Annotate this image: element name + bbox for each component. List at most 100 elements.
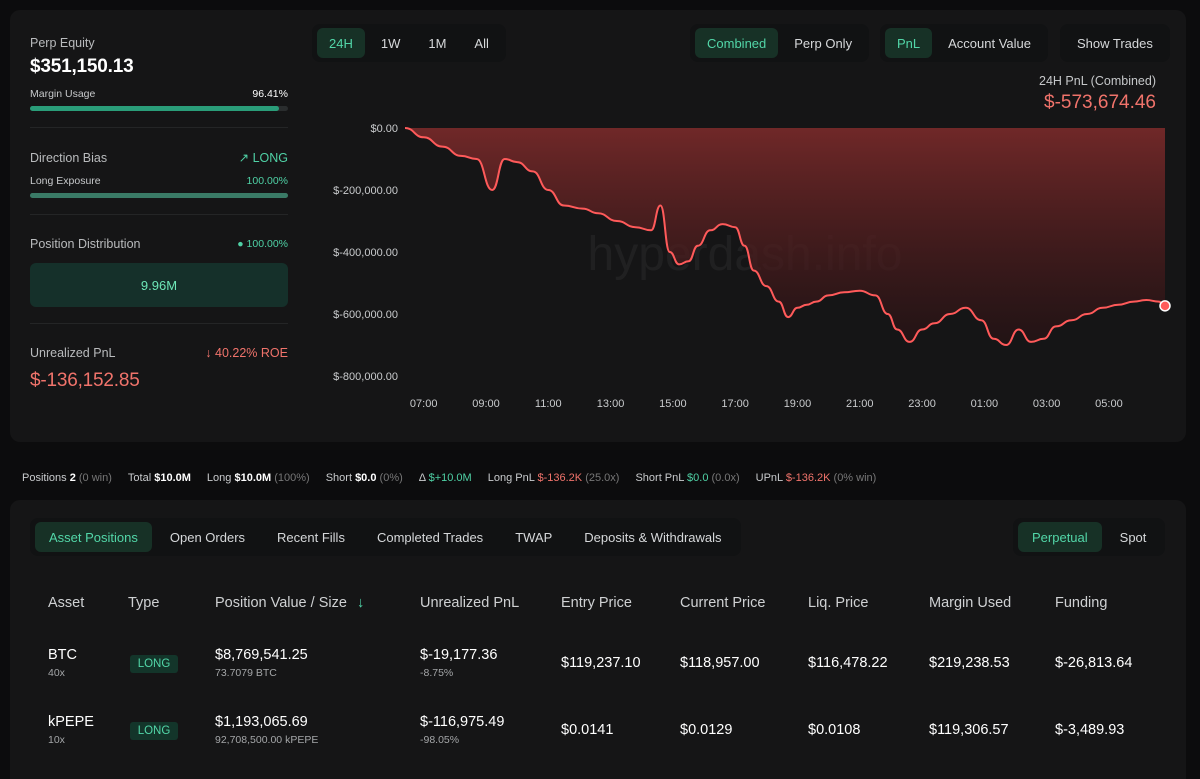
- col-margin-used[interactable]: Margin Used: [929, 595, 1011, 611]
- scope-tab-perp-only[interactable]: Perp Only: [782, 28, 864, 58]
- summary-short-value: $0.0: [355, 472, 377, 484]
- position-value: $8,769,541.25: [215, 647, 308, 663]
- y-tick-label: $-800,000.00: [333, 371, 398, 383]
- range-tab-1w[interactable]: 1W: [369, 28, 413, 58]
- divider: [30, 214, 288, 215]
- y-tick-label: $-200,000.00: [333, 185, 398, 197]
- unrealized-pnl-value: $-136,152.85: [30, 370, 140, 391]
- asset-name[interactable]: kPEPE: [48, 714, 94, 730]
- summary-long-pnl-note: (25.0x): [585, 472, 620, 484]
- x-tick-label: 11:00: [535, 398, 562, 410]
- scope-selector: Combined Perp Only: [690, 24, 870, 62]
- summary-long-note: (100%): [274, 472, 310, 484]
- trend-up-icon: ↗: [238, 151, 250, 165]
- position-distribution-bar[interactable]: 9.96M: [30, 263, 288, 307]
- dot-icon: ●: [237, 238, 244, 250]
- metric-tab-account-value[interactable]: Account Value: [936, 28, 1043, 58]
- unrealized-pnl-roe: 40.22% ROE: [215, 346, 288, 360]
- summary-short-pnl-value: $0.0: [687, 472, 709, 484]
- asset-leverage: 40x: [48, 667, 65, 679]
- summary-long-pnl-label: Long PnL: [487, 472, 535, 484]
- summary-positions-label: Positions: [22, 472, 67, 484]
- x-tick-label: 21:00: [846, 398, 874, 410]
- col-type[interactable]: Type: [128, 595, 159, 611]
- pnl-endpoint: [1159, 300, 1171, 312]
- col-liq-price[interactable]: Liq. Price: [808, 595, 868, 611]
- entry-price: $119,237.10: [561, 655, 641, 671]
- summary-positions-value: 2: [69, 472, 76, 484]
- direction-bias-value: LONG: [252, 151, 288, 165]
- sort-down-icon: ↓: [356, 595, 365, 611]
- positions-summary: Positions 2 (0 win) Total $10.0M Long $1…: [22, 472, 876, 484]
- range-tab-24h[interactable]: 24H: [317, 28, 365, 58]
- liq-price: $0.0108: [808, 722, 861, 738]
- col-unrealized-pnl[interactable]: Unrealized PnL: [420, 595, 519, 611]
- col-asset[interactable]: Asset: [48, 595, 84, 611]
- summary-upnl-value: $-136.2K: [785, 472, 831, 484]
- asset-name[interactable]: BTC: [48, 647, 77, 663]
- margin-usage-value: 96.41%: [252, 88, 288, 100]
- metric-tab-pnl[interactable]: PnL: [885, 28, 933, 58]
- summary-delta-label: Δ: [418, 472, 426, 484]
- show-trades-button[interactable]: Show Trades: [1065, 28, 1165, 58]
- margin-usage-bar: [30, 106, 288, 111]
- col-current-price[interactable]: Current Price: [680, 595, 765, 611]
- tab-open-orders[interactable]: Open Orders: [156, 522, 259, 552]
- entry-price: $0.0141: [561, 722, 614, 738]
- y-tick-label: $-400,000.00: [333, 247, 398, 259]
- unrealized-pnl: $-116,975.49: [420, 714, 505, 730]
- summary-total-label: Total: [127, 472, 152, 484]
- unrealized-pnl-pct: -98.05%: [420, 734, 460, 746]
- col-funding[interactable]: Funding: [1055, 595, 1107, 611]
- positions-tabs: Asset Positions Open Orders Recent Fills…: [30, 518, 741, 556]
- summary-positions-note: (0 win): [78, 472, 112, 484]
- summary-long-pnl-value: $-136.2K: [537, 472, 583, 484]
- type-badge: LONG: [130, 722, 178, 740]
- range-tab-1m[interactable]: 1M: [416, 28, 458, 58]
- tab-perpetual[interactable]: Perpetual: [1018, 522, 1102, 552]
- divider: [30, 127, 288, 128]
- unrealized-pnl-label: Unrealized PnL: [30, 346, 116, 360]
- unrealized-pnl: $-19,177.36: [420, 647, 498, 663]
- y-tick-label: $0.00: [370, 123, 398, 135]
- position-value: $1,193,065.69: [215, 714, 308, 730]
- summary-total-value: $10.0M: [154, 472, 191, 484]
- tab-recent-fills[interactable]: Recent Fills: [263, 522, 359, 552]
- long-exposure-value: 100.00%: [246, 175, 288, 187]
- col-entry-price[interactable]: Entry Price: [561, 595, 632, 611]
- x-tick-label: 09:00: [472, 398, 500, 410]
- long-exposure-fill: [30, 193, 288, 198]
- tab-twap[interactable]: TWAP: [501, 522, 566, 552]
- col-position-value[interactable]: Position Value / Size ↓: [215, 595, 364, 611]
- range-selector: 24H 1W 1M All: [312, 24, 506, 62]
- summary-delta-value: $+10.0M: [428, 472, 472, 484]
- metric-selector: PnL Account Value: [880, 24, 1049, 62]
- col-position-value-label: Position Value / Size: [215, 595, 347, 611]
- x-tick-label: 01:00: [971, 398, 999, 410]
- summary-short-pnl-label: Short PnL: [635, 472, 684, 484]
- funding: $-26,813.64: [1055, 655, 1133, 671]
- x-tick-label: 13:00: [597, 398, 625, 410]
- tab-completed-trades[interactable]: Completed Trades: [363, 522, 497, 552]
- tab-asset-positions[interactable]: Asset Positions: [35, 522, 152, 552]
- position-distribution-value: 100.00%: [246, 238, 288, 250]
- tab-deposits-withdrawals[interactable]: Deposits & Withdrawals: [570, 522, 735, 552]
- x-tick-label: 17:00: [721, 398, 749, 410]
- x-tick-label: 03:00: [1033, 398, 1061, 410]
- pnl-chart[interactable]: hyperdash.info $0.00$-200,000.00$-400,00…: [300, 110, 1180, 420]
- funding: $-3,489.93: [1055, 722, 1125, 738]
- summary-long-value: $10.0M: [234, 472, 272, 484]
- position-size: 73.7079 BTC: [215, 667, 277, 679]
- pnl-header-title: 24H PnL (Combined): [1039, 74, 1156, 88]
- arrow-down-icon: ↓: [205, 346, 212, 360]
- x-tick-label: 07:00: [410, 398, 438, 410]
- market-tabs: Perpetual Spot: [1013, 518, 1166, 556]
- type-badge: LONG: [130, 655, 178, 673]
- liq-price: $116,478.22: [808, 655, 888, 671]
- x-tick-label: 23:00: [908, 398, 936, 410]
- tab-spot[interactable]: Spot: [1106, 522, 1161, 552]
- scope-tab-combined[interactable]: Combined: [695, 28, 779, 58]
- account-stats: Perp Equity $351,150.13 Margin Usage 96.…: [30, 24, 288, 392]
- range-tab-all[interactable]: All: [462, 28, 500, 58]
- y-tick-label: $-600,000.00: [333, 309, 398, 321]
